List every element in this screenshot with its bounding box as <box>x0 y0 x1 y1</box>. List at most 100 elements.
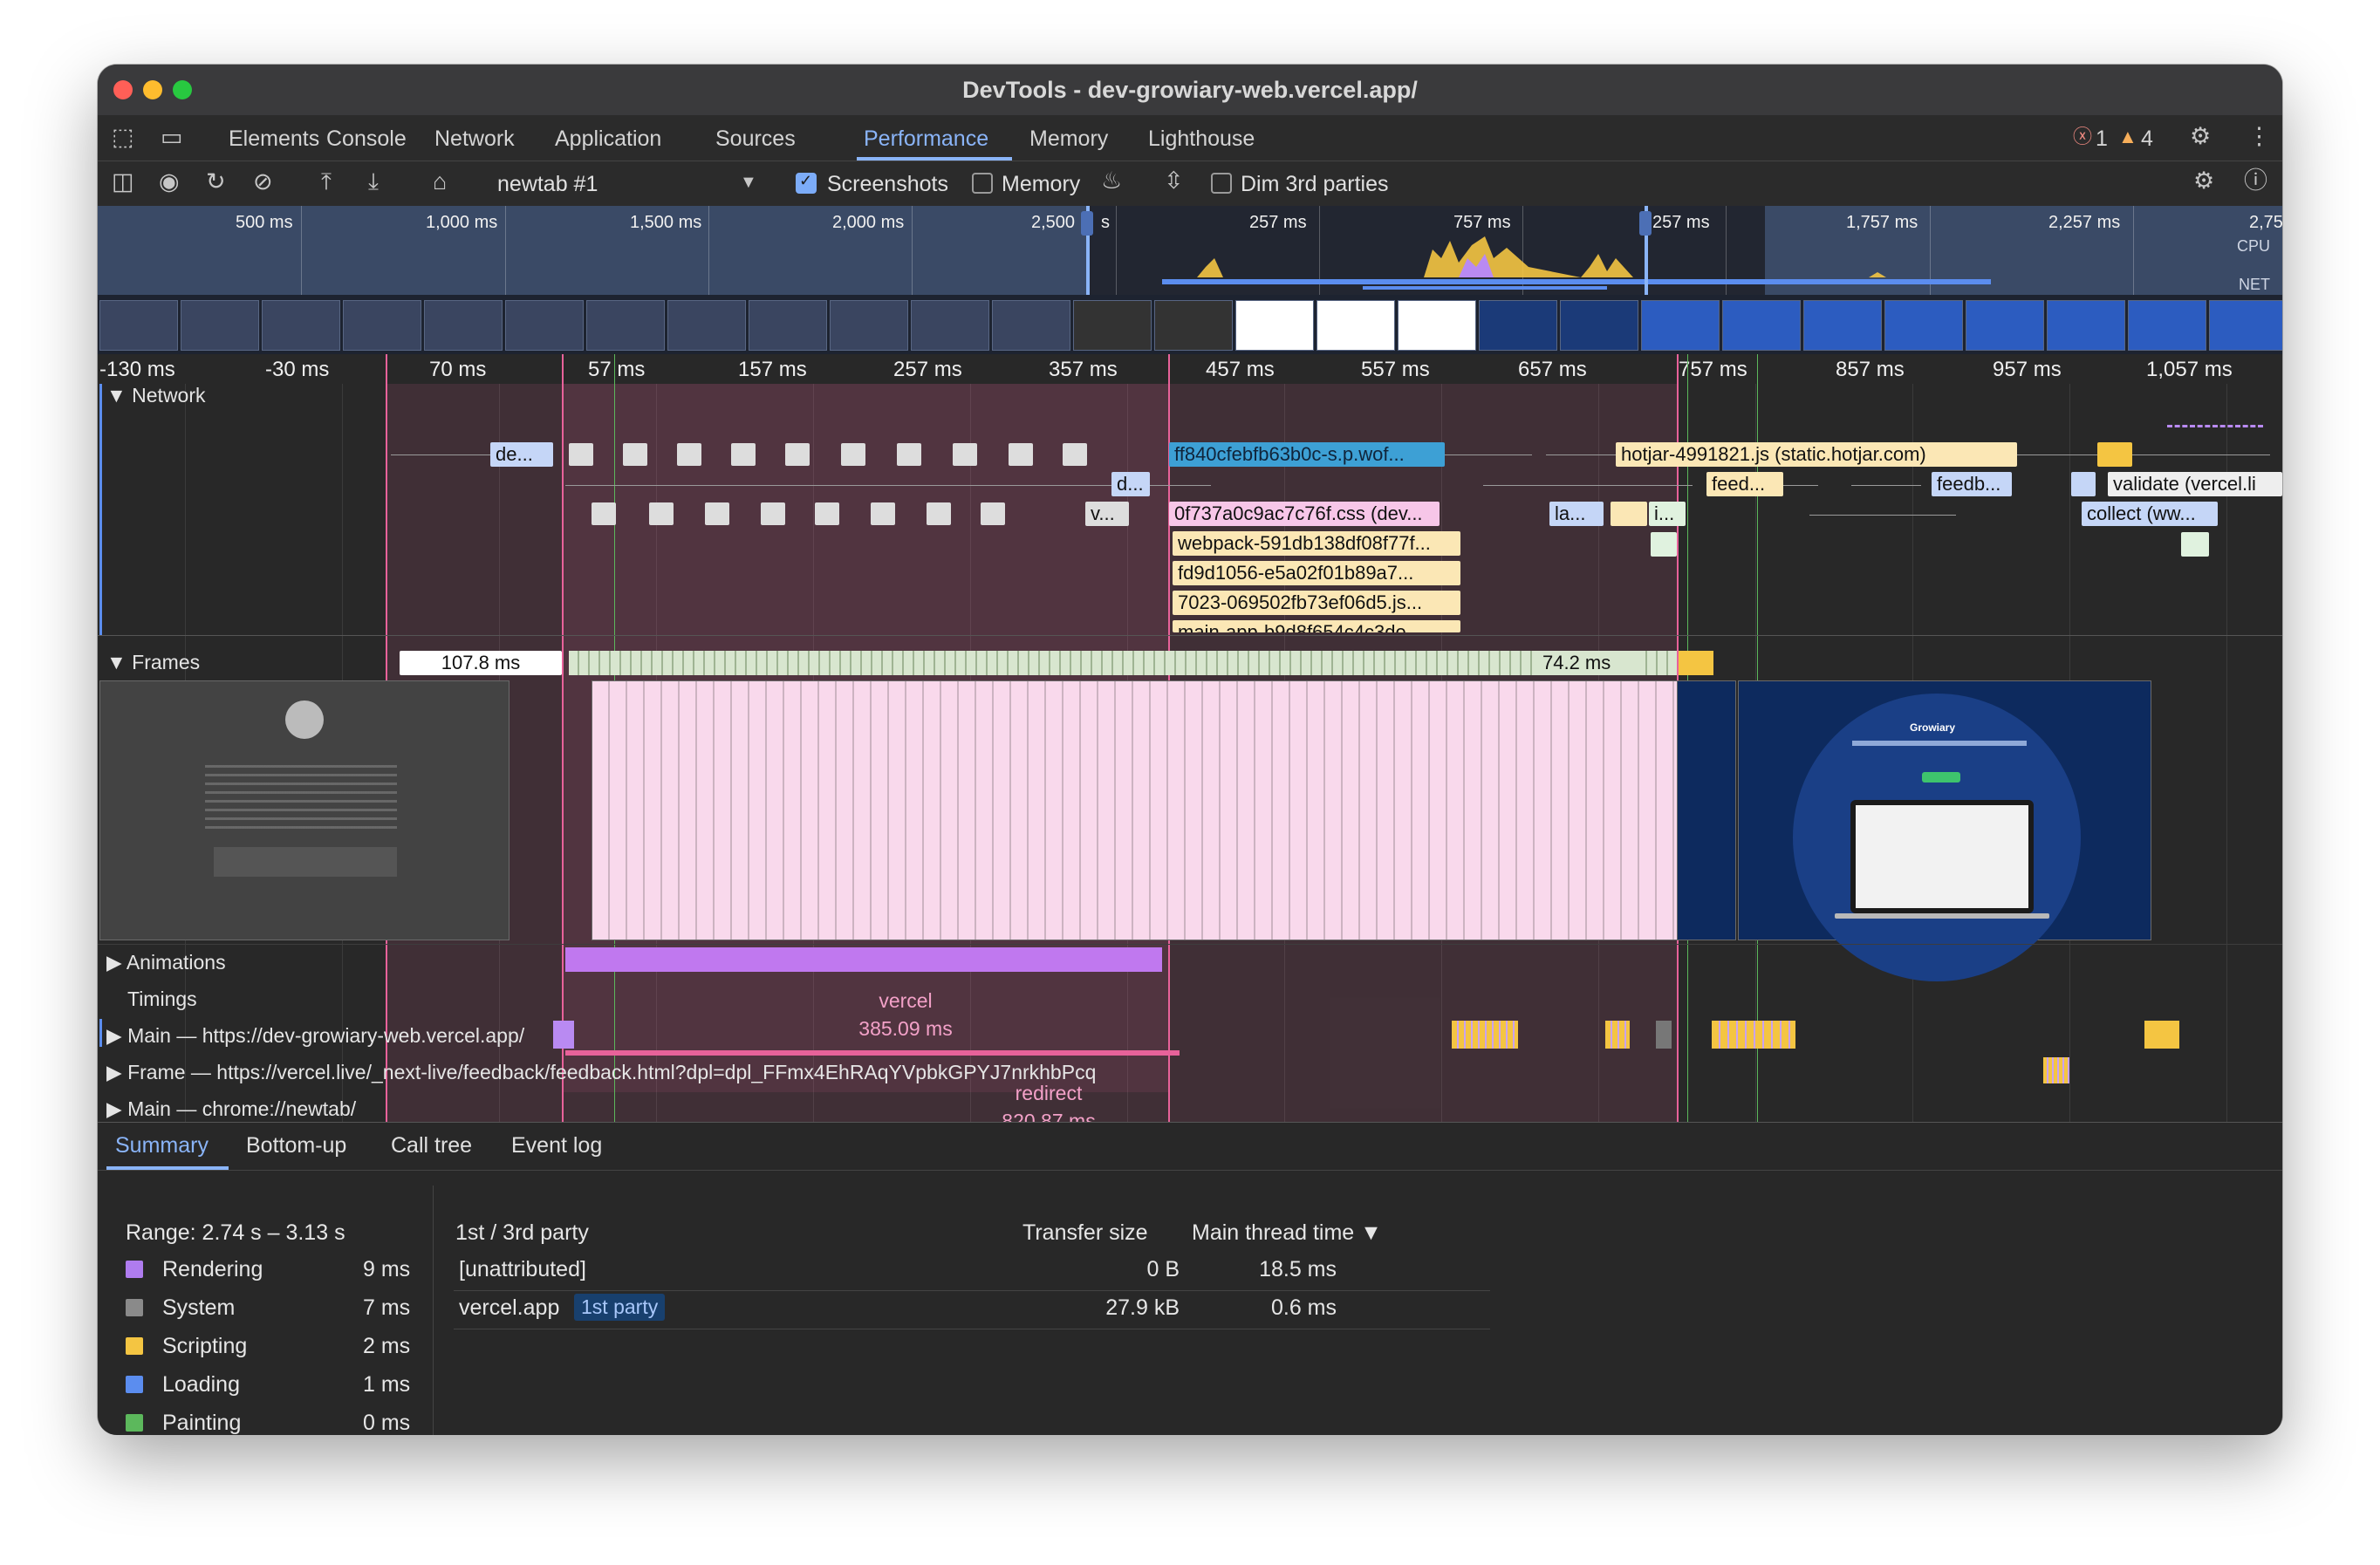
timeline-overview[interactable]: 500 ms 1,000 ms 1,500 ms 2,000 ms 2,500 … <box>98 206 2282 295</box>
network-request[interactable]: i... <box>1649 502 1686 526</box>
network-request-block[interactable] <box>2097 442 2132 467</box>
category-name: Loading <box>162 1372 240 1397</box>
network-track-header[interactable]: ▼ Network <box>106 384 206 407</box>
network-track-selected <box>99 384 102 635</box>
more-options-icon[interactable]: ⋮ <box>2247 125 2271 148</box>
tab-network[interactable]: Network <box>434 126 515 152</box>
main-thread-time: 18.5 ms <box>1259 1257 1337 1281</box>
main-task[interactable] <box>1656 1021 1672 1049</box>
main-task[interactable] <box>1605 1021 1630 1049</box>
main-task[interactable] <box>2144 1021 2179 1049</box>
party-name[interactable]: [unattributed] <box>459 1257 586 1282</box>
network-request[interactable]: fd9d1056-e5a02f01b89a7... <box>1173 561 1460 585</box>
frame-thread-track[interactable]: ▶ Frame — https://vercel.live/_next-live… <box>106 1061 1096 1084</box>
transfer-size-header[interactable]: Transfer size <box>1022 1220 1148 1246</box>
network-request-block[interactable] <box>1611 502 1647 526</box>
network-request[interactable]: main-app-b9d8f654c4c3de... <box>1173 620 1460 632</box>
frames-track-header[interactable]: ▼ Frames <box>106 651 200 674</box>
swatch-system <box>126 1299 143 1316</box>
warning-count[interactable]: 4 <box>2141 126 2153 152</box>
error-icon[interactable]: ⓧ <box>2073 127 2092 147</box>
tab-event-log[interactable]: Event log <box>511 1133 602 1158</box>
frame-task[interactable] <box>2043 1057 2069 1083</box>
network-request[interactable]: webpack-591db138df08f77f... <box>1173 531 1460 556</box>
network-request[interactable]: collect (ww... <box>2082 502 2218 526</box>
network-request[interactable]: d... <box>1111 472 1150 496</box>
network-request-block[interactable] <box>1651 532 1677 557</box>
error-count[interactable]: 1 <box>2096 126 2108 152</box>
network-request[interactable]: de... <box>490 442 553 467</box>
garbage-collect-icon[interactable]: ♨ <box>1101 169 1122 193</box>
target-select[interactable]: newtab #1 <box>497 172 598 197</box>
memory-checkbox[interactable] <box>972 173 993 194</box>
timings-track-label[interactable]: Timings <box>127 988 197 1011</box>
tab-application[interactable]: Application <box>555 126 661 152</box>
party-name[interactable]: vercel.app <box>459 1295 559 1321</box>
network-request[interactable]: feed... <box>1706 472 1783 496</box>
main-task[interactable] <box>1452 1021 1518 1049</box>
inspect-element-icon[interactable]: ⬚ <box>112 126 134 149</box>
tab-summary[interactable]: Summary <box>115 1133 209 1158</box>
network-request[interactable]: la... <box>1549 502 1604 526</box>
window-title: DevTools - dev-growiary-web.vercel.app/ <box>962 77 1418 103</box>
swatch-rendering <box>126 1261 143 1278</box>
upload-profile-icon[interactable]: ⤒ <box>321 170 332 194</box>
help-icon[interactable]: ⓘ <box>2244 169 2267 193</box>
tab-bottom-up[interactable]: Bottom-up <box>246 1133 346 1158</box>
frame-duration[interactable]: 74.2 ms <box>1537 651 1642 675</box>
chevron-down-icon[interactable]: ▼ <box>740 174 757 191</box>
tab-console[interactable]: Console <box>326 126 407 152</box>
tab-call-tree[interactable]: Call tree <box>391 1133 472 1158</box>
frame-screenshot-loading[interactable] <box>592 680 1679 940</box>
newtab-thread-track[interactable]: ▶ Main — chrome://newtab/ <box>106 1097 356 1121</box>
main-thread-track[interactable]: ▶ Main — https://dev-growiary-web.vercel… <box>106 1024 524 1048</box>
main-thread-time-header[interactable]: Main thread time ▼ <box>1192 1220 1382 1246</box>
network-request[interactable]: 0f737a0c9ac7c76f.css (dev... <box>1169 502 1440 526</box>
device-toolbar-icon[interactable]: ▭ <box>161 126 183 149</box>
frame-screenshot-blank[interactable] <box>1677 680 1736 940</box>
tab-performance[interactable]: Performance <box>864 126 988 152</box>
network-request[interactable]: 7023-069502fb73ef06d5.js... <box>1173 591 1460 615</box>
animation-bar[interactable] <box>565 947 1162 972</box>
range-handle-right-grip[interactable] <box>1639 211 1652 236</box>
main-task[interactable] <box>553 1021 574 1049</box>
vercel-measure-bar[interactable] <box>565 1050 1180 1056</box>
reload-record-icon[interactable]: ↻ <box>206 170 226 194</box>
tab-elements[interactable]: Elements <box>229 126 319 152</box>
capture-settings-icon[interactable]: ⚙ <box>2193 169 2214 193</box>
network-request-block[interactable] <box>2071 472 2096 496</box>
network-request[interactable]: v... <box>1085 502 1129 526</box>
range-handle-left-grip[interactable] <box>1081 211 1093 236</box>
ruler-tick: 457 ms <box>1206 358 1275 381</box>
vercel-measure-label: vercel <box>879 989 933 1012</box>
network-request[interactable]: validate (vercel.li <box>2108 472 2282 496</box>
main-task[interactable] <box>1712 1021 1795 1049</box>
screenshot-strip[interactable] <box>98 295 2282 354</box>
tab-memory[interactable]: Memory <box>1029 126 1108 152</box>
home-icon[interactable]: ⌂ <box>433 170 447 194</box>
download-profile-icon[interactable]: ⤓ <box>368 170 379 194</box>
network-request[interactable]: ff840cfebfb63b0c-s.p.wof... <box>1169 442 1445 467</box>
swatch-scripting <box>126 1337 143 1355</box>
settings-gear-icon[interactable]: ⚙ <box>2190 125 2211 148</box>
category-name: Painting <box>162 1411 242 1435</box>
record-icon[interactable]: ◉ <box>159 170 180 194</box>
dim-third-parties-checkbox[interactable] <box>1211 173 1232 194</box>
warning-icon[interactable]: ▲ <box>2118 127 2137 147</box>
frame-screenshot-growiary[interactable]: Growiary <box>1738 680 2151 981</box>
network-request[interactable]: hotjar-4991821.js (static.hotjar.com) <box>1616 442 2017 467</box>
frames-strip[interactable] <box>569 651 1677 675</box>
frame-screenshot-newtab[interactable] <box>99 680 510 940</box>
toggle-sidebar-icon[interactable]: ◫ <box>112 170 134 194</box>
network-request-block[interactable] <box>2181 532 2209 557</box>
frame-partial[interactable] <box>1679 651 1713 675</box>
tab-sources[interactable]: Sources <box>715 126 796 152</box>
party-header[interactable]: 1st / 3rd party <box>455 1220 589 1246</box>
screenshots-checkbox[interactable]: ✓ <box>796 172 817 194</box>
frame-duration[interactable]: 107.8 ms <box>400 651 562 675</box>
network-request[interactable]: feedb... <box>1932 472 2012 496</box>
collapse-tracks-icon[interactable]: ⇳ <box>1164 169 1184 193</box>
clear-icon[interactable]: ⊘ <box>253 170 273 194</box>
animations-track-header[interactable]: ▶ Animations <box>106 951 226 974</box>
tab-lighthouse[interactable]: Lighthouse <box>1148 126 1255 152</box>
